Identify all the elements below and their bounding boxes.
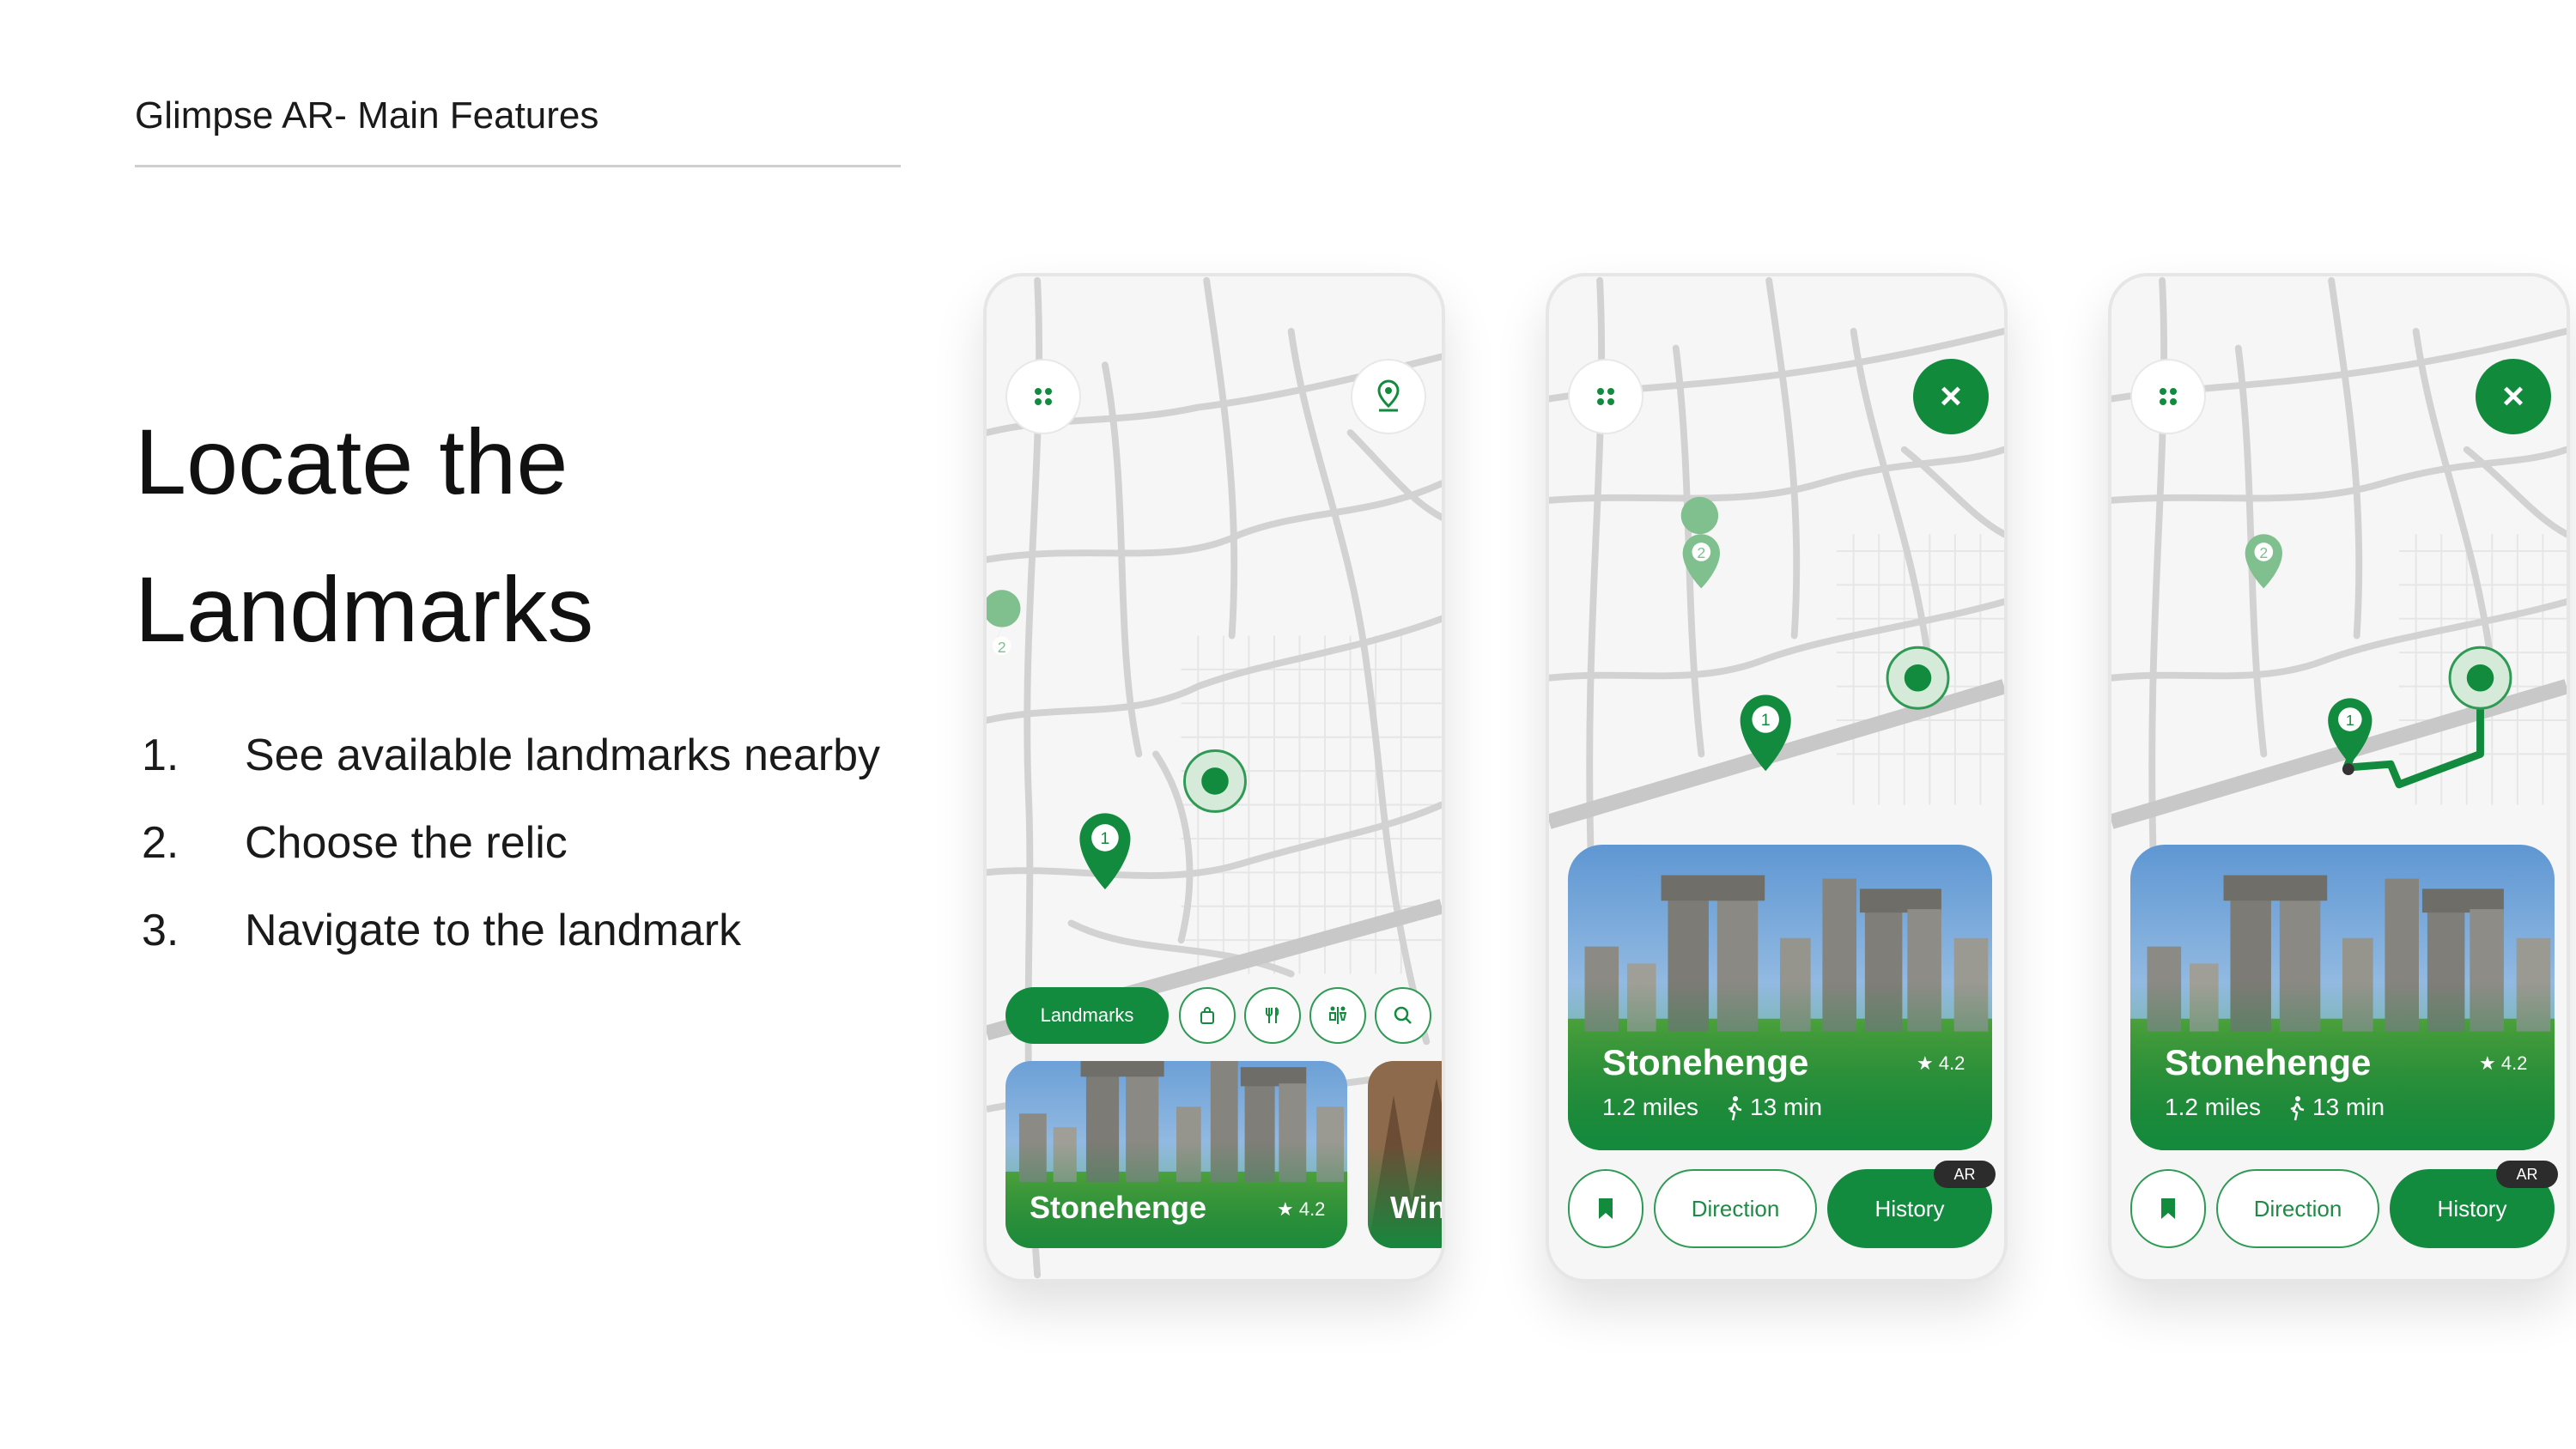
- landmark-card-rating: ★ 4.2: [1917, 1052, 1965, 1074]
- restaurant-chip[interactable]: [1244, 987, 1301, 1044]
- apps-icon: [1035, 388, 1052, 405]
- walking-icon: [1728, 1096, 1742, 1121]
- landmark-card-title: Stonehenge: [1602, 1042, 1809, 1082]
- feature-text: Choose the relic: [245, 818, 568, 868]
- svg-text:2: 2: [2259, 544, 2268, 561]
- phone-screen-browse: 2 1 Landmarks Stonehenge ★ 4.2 Win: [983, 273, 1445, 1282]
- apps-button[interactable]: [1568, 359, 1643, 434]
- close-button[interactable]: ×: [2476, 359, 2551, 434]
- bookmark-button[interactable]: [2130, 1169, 2206, 1248]
- close-icon: ×: [1940, 375, 1962, 417]
- landmark-card[interactable]: Stonehenge ★ 4.2: [1005, 1061, 1347, 1248]
- ar-badge: AR: [2496, 1161, 2558, 1188]
- close-button[interactable]: ×: [1913, 359, 1989, 434]
- svg-text:1: 1: [2346, 712, 2354, 729]
- location-pin-icon: [1377, 379, 1400, 412]
- bookmark-icon: [2161, 1198, 2175, 1219]
- landmark-card-peek-title: Win: [1390, 1190, 1445, 1225]
- headline: Locate the Landmarks: [135, 388, 908, 683]
- headline-line-2: Landmarks: [135, 557, 594, 661]
- current-location-dot: [1201, 767, 1229, 795]
- direction-button[interactable]: Direction: [1654, 1169, 1817, 1248]
- header-title: Glimpse AR- Main Features: [135, 94, 599, 136]
- svg-text:2: 2: [1697, 544, 1705, 561]
- current-location-dot: [2466, 664, 2494, 692]
- restroom-chip[interactable]: [1309, 987, 1366, 1044]
- bookmark-button[interactable]: [1568, 1169, 1643, 1248]
- header-divider: [135, 165, 901, 167]
- apps-button[interactable]: [1005, 359, 1081, 434]
- svg-text:2: 2: [998, 639, 1006, 656]
- feature-text: Navigate to the landmark: [245, 906, 742, 955]
- landmark-card-rating: ★ 4.2: [1277, 1198, 1326, 1220]
- search-icon: [1394, 1006, 1412, 1024]
- apps-icon: [1597, 388, 1614, 405]
- action-row: Direction History AR: [1568, 1161, 1996, 1248]
- apps-icon: [2160, 388, 2177, 405]
- headline-line-1: Locate the: [135, 409, 568, 513]
- feature-number: 3.: [142, 906, 179, 955]
- action-row: Direction History AR: [2130, 1161, 2558, 1248]
- landmark-card-title: Stonehenge: [2165, 1042, 2372, 1082]
- ar-badge: AR: [1934, 1161, 1996, 1188]
- apps-button[interactable]: [2130, 359, 2206, 434]
- landmark-walk-time: 13 min: [1750, 1094, 1823, 1120]
- restaurant-icon: [1266, 1007, 1279, 1023]
- close-icon: ×: [2502, 375, 2524, 417]
- svg-text:1: 1: [1100, 829, 1109, 848]
- landmark-card-peek[interactable]: Win: [1368, 1061, 1445, 1248]
- restroom-icon: [1329, 1006, 1347, 1024]
- feature-text: See available landmarks nearby: [245, 731, 880, 780]
- landmark-detail-card[interactable]: Stonehenge ★ 4.2 1.2 miles 13 min: [1568, 845, 1992, 1150]
- phone-screen-detail: 2 1 × Stonehenge ★ 4.2 1.2 miles 13 min: [1546, 273, 2008, 1282]
- landmark-detail-card[interactable]: Stonehenge ★ 4.2 1.2 miles 13 min: [2130, 845, 2555, 1150]
- phone-screen-navigate: 2 1 × Stonehenge ★ 4.2 1.2 miles 13 min: [2108, 273, 2570, 1282]
- shopping-chip[interactable]: [1179, 987, 1236, 1044]
- search-chip[interactable]: [1375, 987, 1431, 1044]
- shopping-bag-icon: [1200, 1007, 1214, 1024]
- walking-icon: [2290, 1096, 2305, 1121]
- landmark-card-rating: ★ 4.2: [2479, 1052, 2528, 1074]
- recenter-button[interactable]: [1351, 359, 1426, 434]
- landmark-distance: 1.2 miles: [2165, 1094, 2262, 1120]
- bookmark-icon: [1599, 1198, 1613, 1219]
- direction-button[interactable]: Direction: [2216, 1169, 2379, 1248]
- landmarks-chip[interactable]: Landmarks: [1005, 987, 1169, 1044]
- landmark-walk-time: 13 min: [2312, 1094, 2385, 1120]
- category-chips: Landmarks: [1005, 987, 1442, 1044]
- landmark-card-title: Stonehenge: [1030, 1190, 1207, 1225]
- feature-number: 2.: [142, 818, 179, 868]
- svg-text:1: 1: [1761, 711, 1771, 730]
- feature-number: 1.: [142, 731, 179, 780]
- landmark-distance: 1.2 miles: [1602, 1094, 1699, 1120]
- current-location-dot: [1904, 664, 1932, 692]
